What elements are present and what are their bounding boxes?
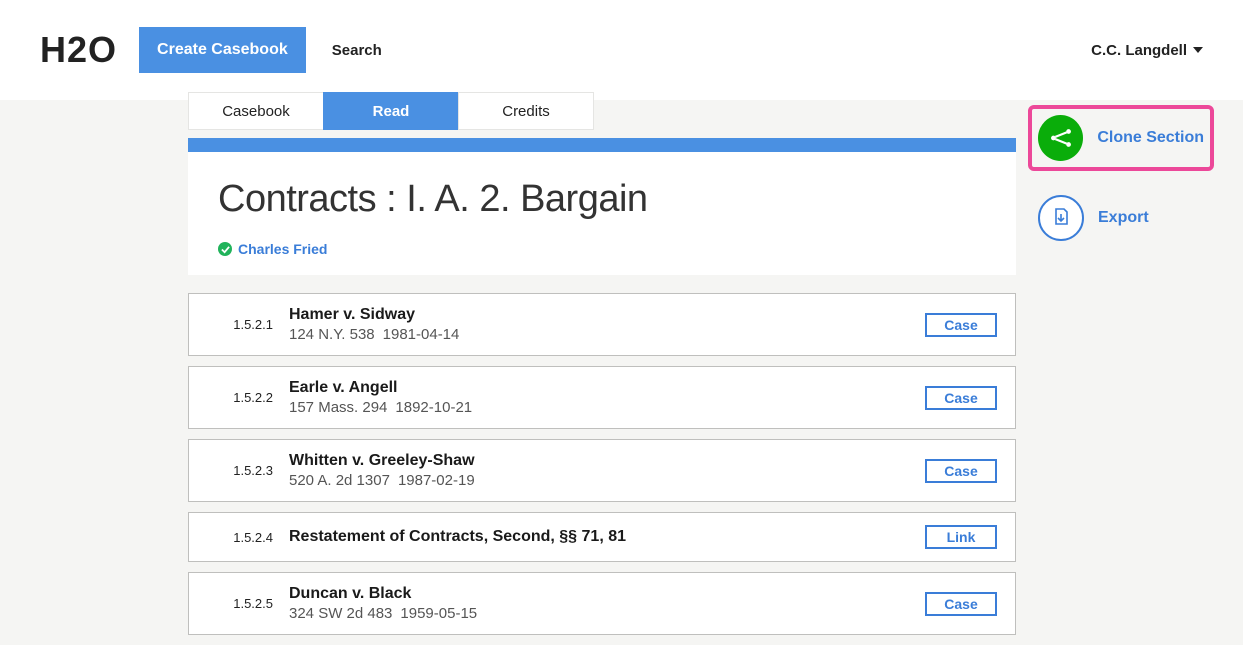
list-item[interactable]: 1.5.2.3 Whitten v. Greeley-Shaw 520 A. 2… xyxy=(188,439,1016,502)
user-menu[interactable]: C.C. Langdell xyxy=(1091,42,1203,59)
create-casebook-button[interactable]: Create Casebook xyxy=(139,27,306,73)
item-number: 1.5.2.4 xyxy=(189,530,289,545)
tab-casebook[interactable]: Casebook xyxy=(188,92,324,130)
item-title: Whitten v. Greeley-Shaw xyxy=(289,452,925,470)
list-item[interactable]: 1.5.2.1 Hamer v. Sidway 124 N.Y. 5381981… xyxy=(188,293,1016,356)
type-badge: Case xyxy=(925,313,997,337)
section-title-block: Contracts : I. A. 2. Bargain Charles Fri… xyxy=(188,152,1016,275)
item-title: Duncan v. Black xyxy=(289,585,925,603)
item-title: Earle v. Angell xyxy=(289,379,925,397)
item-title: Restatement of Contracts, Second, §§ 71,… xyxy=(289,528,925,546)
type-badge: Case xyxy=(925,592,997,616)
author-line[interactable]: Charles Fried xyxy=(218,241,986,257)
search-link[interactable]: Search xyxy=(332,42,382,59)
list-item[interactable]: 1.5.2.2 Earle v. Angell 157 Mass. 294189… xyxy=(188,366,1016,429)
type-badge: Case xyxy=(925,386,997,410)
author-name: Charles Fried xyxy=(238,241,327,257)
item-meta: 157 Mass. 2941892-10-21 xyxy=(289,399,925,416)
clone-section-button[interactable]: Clone Section xyxy=(1028,105,1214,171)
chevron-down-icon xyxy=(1193,47,1203,53)
side-actions: Clone Section Export xyxy=(1028,105,1214,265)
list-item[interactable]: 1.5.2.4 Restatement of Contracts, Second… xyxy=(188,512,1016,562)
section-title: Contracts : I. A. 2. Bargain xyxy=(218,178,986,221)
export-label: Export xyxy=(1098,209,1149,227)
item-title: Hamer v. Sidway xyxy=(289,306,925,324)
item-list: 1.5.2.1 Hamer v. Sidway 124 N.Y. 5381981… xyxy=(188,293,1016,635)
item-number: 1.5.2.3 xyxy=(189,463,289,478)
item-meta: 520 A. 2d 13071987-02-19 xyxy=(289,472,925,489)
item-meta: 124 N.Y. 5381981-04-14 xyxy=(289,326,925,343)
verified-icon xyxy=(218,242,232,256)
tab-credits[interactable]: Credits xyxy=(458,92,594,130)
type-badge: Link xyxy=(925,525,997,549)
item-number: 1.5.2.5 xyxy=(189,596,289,611)
section-header-strip xyxy=(188,138,1016,152)
item-meta: 324 SW 2d 4831959-05-15 xyxy=(289,605,925,622)
clone-icon xyxy=(1038,115,1083,161)
logo[interactable]: H2O xyxy=(40,29,117,71)
item-number: 1.5.2.2 xyxy=(189,390,289,405)
tab-read[interactable]: Read xyxy=(323,92,459,130)
type-badge: Case xyxy=(925,459,997,483)
top-bar: H2O Create Casebook Search C.C. Langdell xyxy=(0,0,1243,100)
export-button[interactable]: Export xyxy=(1028,187,1214,249)
user-name: C.C. Langdell xyxy=(1091,42,1187,59)
item-number: 1.5.2.1 xyxy=(189,317,289,332)
export-icon xyxy=(1038,195,1084,241)
clone-section-label: Clone Section xyxy=(1097,129,1204,147)
